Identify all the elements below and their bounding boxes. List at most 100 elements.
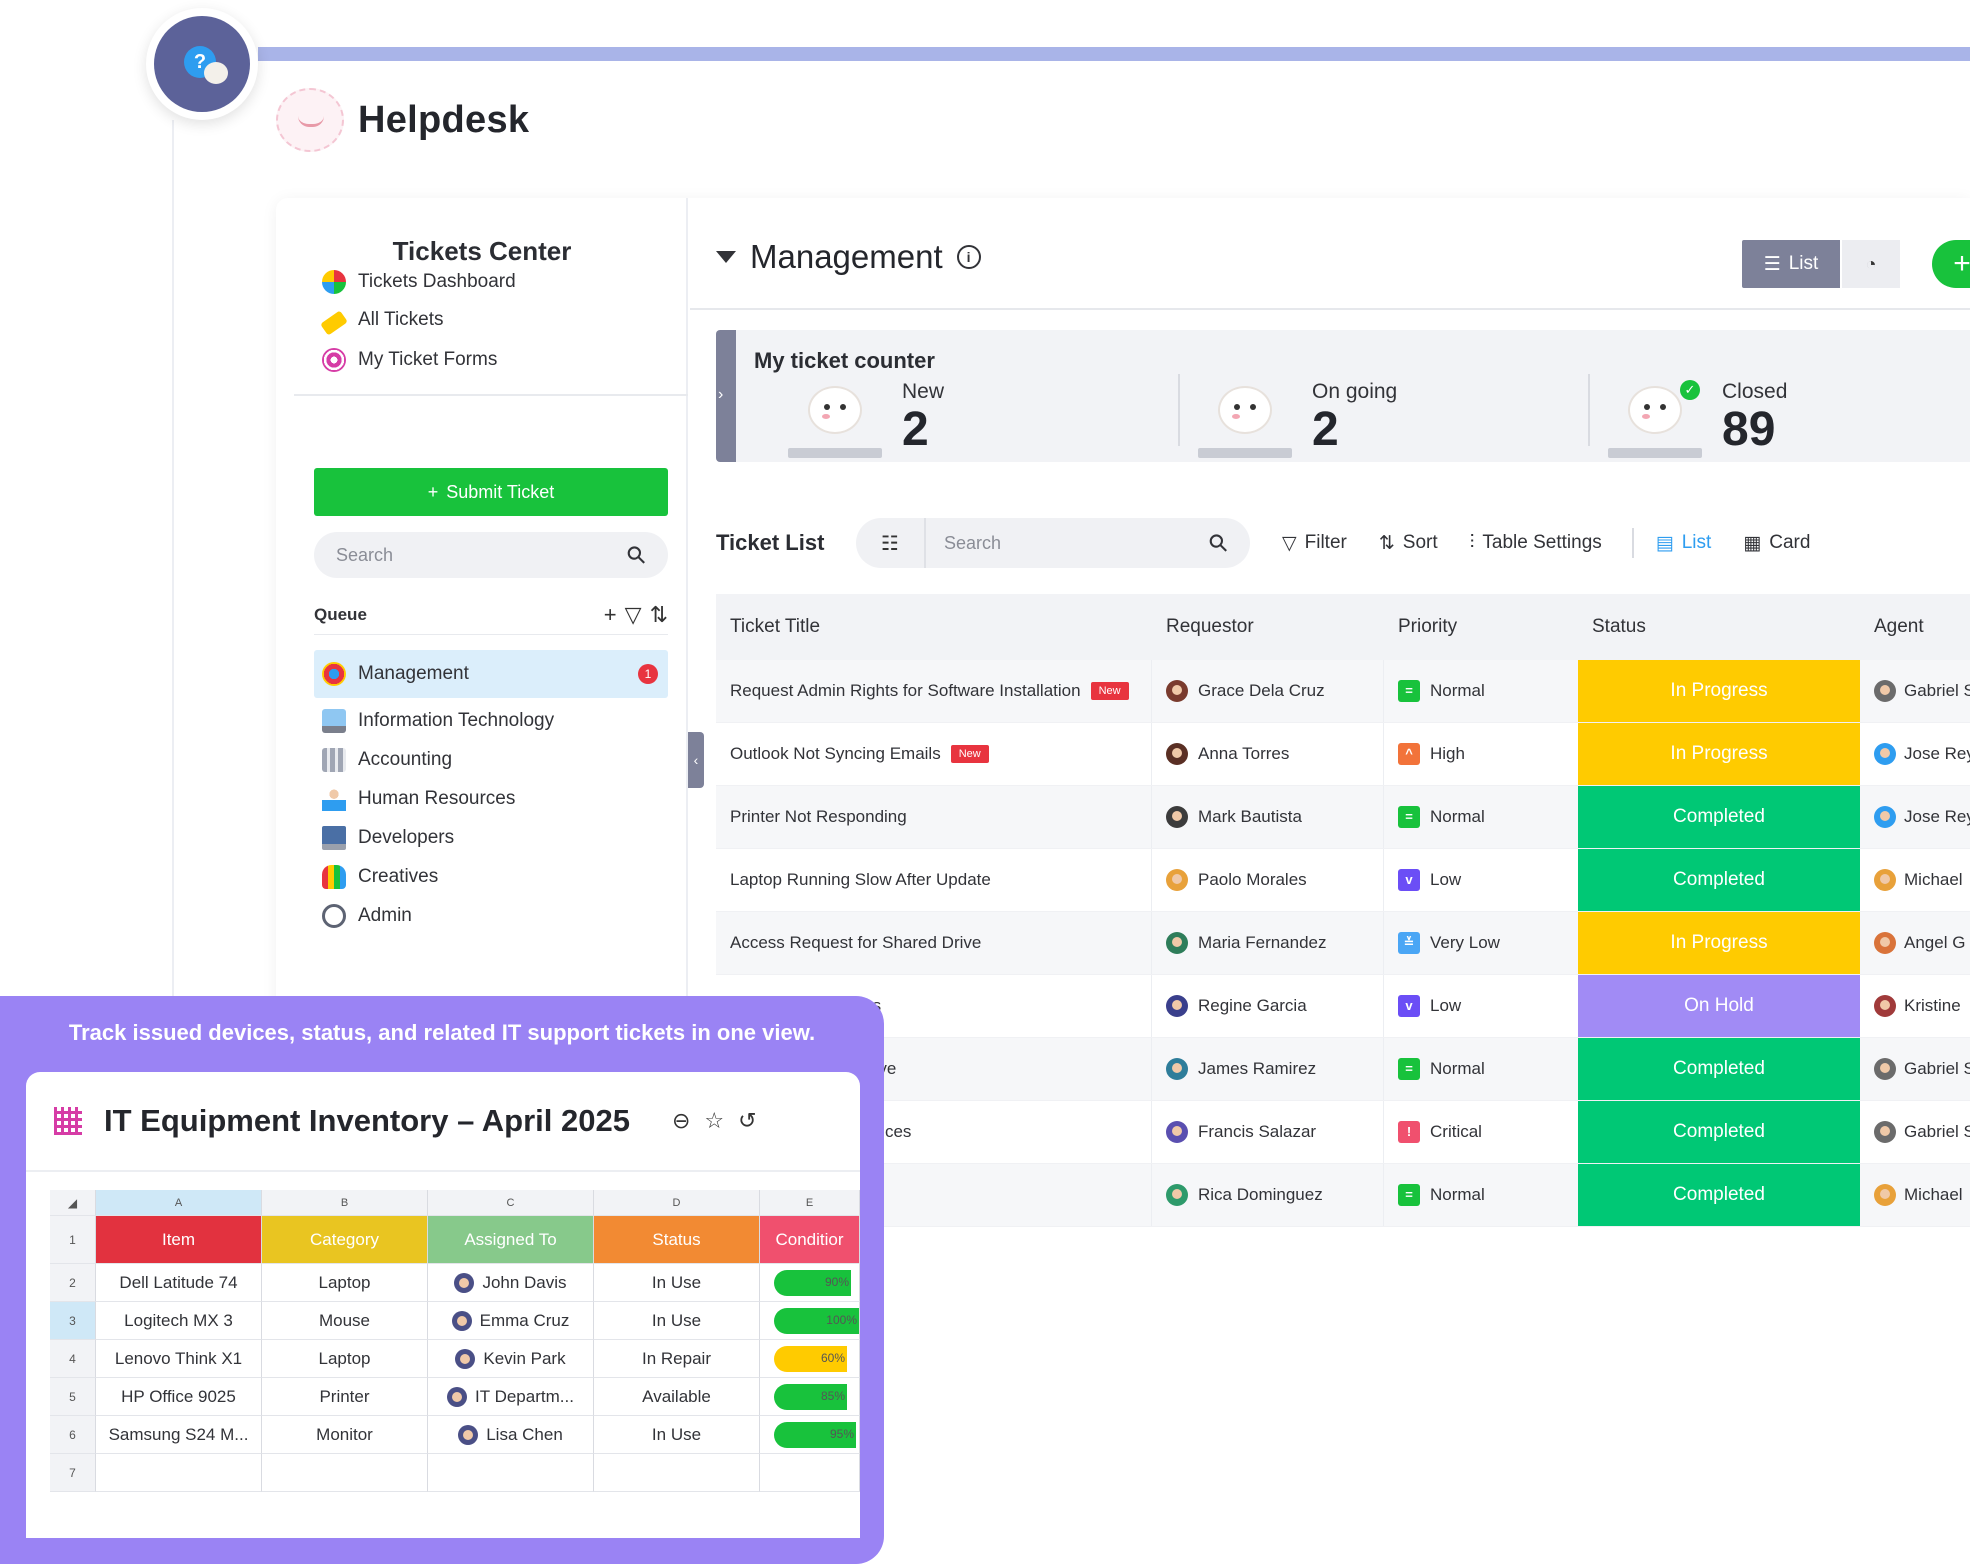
- dashboard-view-button[interactable]: ◔: [1842, 240, 1900, 288]
- status-cell[interactable]: In Repair: [594, 1340, 760, 1378]
- sheet-header-status[interactable]: Status: [594, 1216, 760, 1264]
- column-header-status[interactable]: Status: [1578, 594, 1860, 660]
- row-number[interactable]: 6: [50, 1416, 96, 1454]
- condition-cell[interactable]: 60%: [760, 1340, 860, 1378]
- sheet-header-category[interactable]: Category: [262, 1216, 428, 1264]
- condition-cell[interactable]: 85%: [760, 1378, 860, 1416]
- table-row[interactable]: Access Request for Shared Drive Maria Fer…: [716, 912, 1970, 975]
- empty-cell[interactable]: [96, 1454, 262, 1492]
- assigned-cell[interactable]: Lisa Chen: [428, 1416, 594, 1454]
- queue-item-admin[interactable]: Admin: [314, 896, 668, 935]
- sheet-header-item[interactable]: Item: [96, 1216, 262, 1264]
- ticket-title[interactable]: Access Request for Shared Drive: [730, 933, 981, 953]
- assigned-cell[interactable]: Emma Cruz: [428, 1302, 594, 1340]
- queue-item-accounting[interactable]: Accounting: [314, 740, 668, 779]
- table-row[interactable]: Outlook Not Syncing Emails New Anna Torres…: [716, 723, 1970, 786]
- filter-button[interactable]: ▽ Filter: [1282, 532, 1347, 555]
- assigned-cell[interactable]: IT Departm...: [428, 1378, 594, 1416]
- table-row[interactable]: Request Admin Rights for Software Instal…: [716, 660, 1970, 723]
- condition-cell[interactable]: 90%: [760, 1264, 860, 1302]
- row-number[interactable]: 7: [50, 1454, 96, 1492]
- column-letter[interactable]: D: [594, 1190, 760, 1216]
- item-cell[interactable]: HP Office 9025: [96, 1378, 262, 1416]
- queue-item-human-resources[interactable]: Human Resources: [314, 779, 668, 818]
- sheet-header-conditior[interactable]: Conditior: [760, 1216, 860, 1264]
- column-letter[interactable]: B: [262, 1190, 428, 1216]
- list-toggle-button[interactable]: ▤ List: [1656, 532, 1712, 555]
- chevron-right-icon[interactable]: ›: [718, 386, 723, 404]
- sheet-header-assigned-to[interactable]: Assigned To: [428, 1216, 594, 1264]
- status-cell[interactable]: In Progress: [1578, 723, 1860, 785]
- ticket-title[interactable]: Laptop Running Slow After Update: [730, 870, 991, 890]
- status-cell[interactable]: Available: [594, 1378, 760, 1416]
- table-row[interactable]: Syncing Across DevicesFrancis Salazar!Cr…: [716, 1101, 1970, 1164]
- star-icon[interactable]: ☆: [704, 1108, 724, 1134]
- sliders-icon[interactable]: ☷: [856, 518, 926, 568]
- list-view-button[interactable]: ☰ List: [1742, 240, 1840, 288]
- category-cell[interactable]: Monitor: [262, 1416, 428, 1454]
- sort-button[interactable]: ⇅ Sort: [1379, 532, 1438, 555]
- info-icon[interactable]: i: [956, 245, 981, 269]
- assigned-cell[interactable]: Kevin Park: [428, 1340, 594, 1378]
- status-cell[interactable]: Completed: [1578, 1101, 1860, 1163]
- category-cell[interactable]: Laptop: [262, 1264, 428, 1302]
- filter-icon[interactable]: ▽: [625, 602, 642, 628]
- column-header-requestor[interactable]: Requestor: [1152, 594, 1384, 660]
- help-chat-button[interactable]: ?: [146, 8, 258, 120]
- item-cell[interactable]: Logitech MX 3: [96, 1302, 262, 1340]
- queue-item-developers[interactable]: Developers: [314, 818, 668, 857]
- row-number[interactable]: 1: [50, 1216, 96, 1264]
- collapse-sidebar-handle[interactable]: ‹: [688, 732, 704, 788]
- condition-cell[interactable]: 95%: [760, 1416, 860, 1454]
- history-icon[interactable]: ↺: [738, 1108, 756, 1134]
- empty-cell[interactable]: [262, 1454, 428, 1492]
- search-icon[interactable]: ⚲: [621, 539, 654, 572]
- collapse-caret-icon[interactable]: [716, 251, 736, 263]
- row-number[interactable]: 4: [50, 1340, 96, 1378]
- row-number[interactable]: 2: [50, 1264, 96, 1302]
- table-row[interactable]: Laptop Running Slow After Update Paolo Mo…: [716, 849, 1970, 912]
- add-button[interactable]: +: [1932, 240, 1970, 288]
- column-header-ticket-title[interactable]: Ticket Title: [716, 594, 1152, 660]
- queue-item-creatives[interactable]: Creatives: [314, 857, 668, 896]
- sidebar-item-my-ticket-forms[interactable]: My Ticket Forms: [322, 348, 497, 372]
- queue-item-management[interactable]: Management 1: [314, 650, 668, 698]
- row-number[interactable]: 3: [50, 1302, 96, 1340]
- status-cell[interactable]: Completed: [1578, 786, 1860, 848]
- status-cell[interactable]: In Use: [594, 1264, 760, 1302]
- ticket-title[interactable]: Outlook Not Syncing Emails: [730, 744, 941, 764]
- status-cell[interactable]: In Progress: [1578, 660, 1860, 722]
- more-options-icon[interactable]: ⊖: [672, 1108, 690, 1134]
- column-letter[interactable]: C: [428, 1190, 594, 1216]
- status-cell[interactable]: Completed: [1578, 1164, 1860, 1226]
- ticket-title[interactable]: Request Admin Rights for Software Instal…: [730, 681, 1081, 701]
- status-cell[interactable]: Completed: [1578, 849, 1860, 911]
- condition-cell[interactable]: 100%: [760, 1302, 860, 1340]
- status-cell[interactable]: Completed: [1578, 1038, 1860, 1100]
- column-letter[interactable]: A: [96, 1190, 262, 1216]
- search-icon[interactable]: ⚲: [1203, 527, 1236, 560]
- sort-icon[interactable]: ⇅: [650, 602, 668, 628]
- table-row[interactable]: Printer Not Responding Mark Bautista = Norm…: [716, 786, 1970, 849]
- status-cell[interactable]: In Use: [594, 1416, 760, 1454]
- table-row[interactable]: t Detecting MonitorsRegine GarciavLowOn …: [716, 975, 1970, 1038]
- table-row[interactable]: Shared Network DriveJames Ramirez=Normal…: [716, 1038, 1970, 1101]
- column-header-priority[interactable]: Priority: [1384, 594, 1578, 660]
- category-cell[interactable]: Mouse: [262, 1302, 428, 1340]
- row-number[interactable]: 5: [50, 1378, 96, 1416]
- ticket-search-input[interactable]: [926, 532, 1211, 554]
- item-cell[interactable]: Samsung S24 M...: [96, 1416, 262, 1454]
- category-cell[interactable]: Laptop: [262, 1340, 428, 1378]
- table-settings-button[interactable]: ⫶ Table Settings: [1470, 532, 1602, 554]
- status-cell[interactable]: In Use: [594, 1302, 760, 1340]
- sidebar-search-input[interactable]: [336, 544, 629, 566]
- sidebar-item-tickets-dashboard[interactable]: Tickets Dashboard: [322, 270, 516, 294]
- add-queue-icon[interactable]: +: [604, 602, 617, 628]
- item-cell[interactable]: Lenovo Think X1: [96, 1340, 262, 1378]
- table-row[interactable]: VPNRica Dominguez=NormalCompletedMichael: [716, 1164, 1970, 1227]
- select-all-corner[interactable]: ◢: [50, 1190, 96, 1216]
- empty-cell[interactable]: [760, 1454, 860, 1492]
- empty-cell[interactable]: [428, 1454, 594, 1492]
- submit-ticket-button[interactable]: + Submit Ticket: [314, 468, 668, 516]
- assigned-cell[interactable]: John Davis: [428, 1264, 594, 1302]
